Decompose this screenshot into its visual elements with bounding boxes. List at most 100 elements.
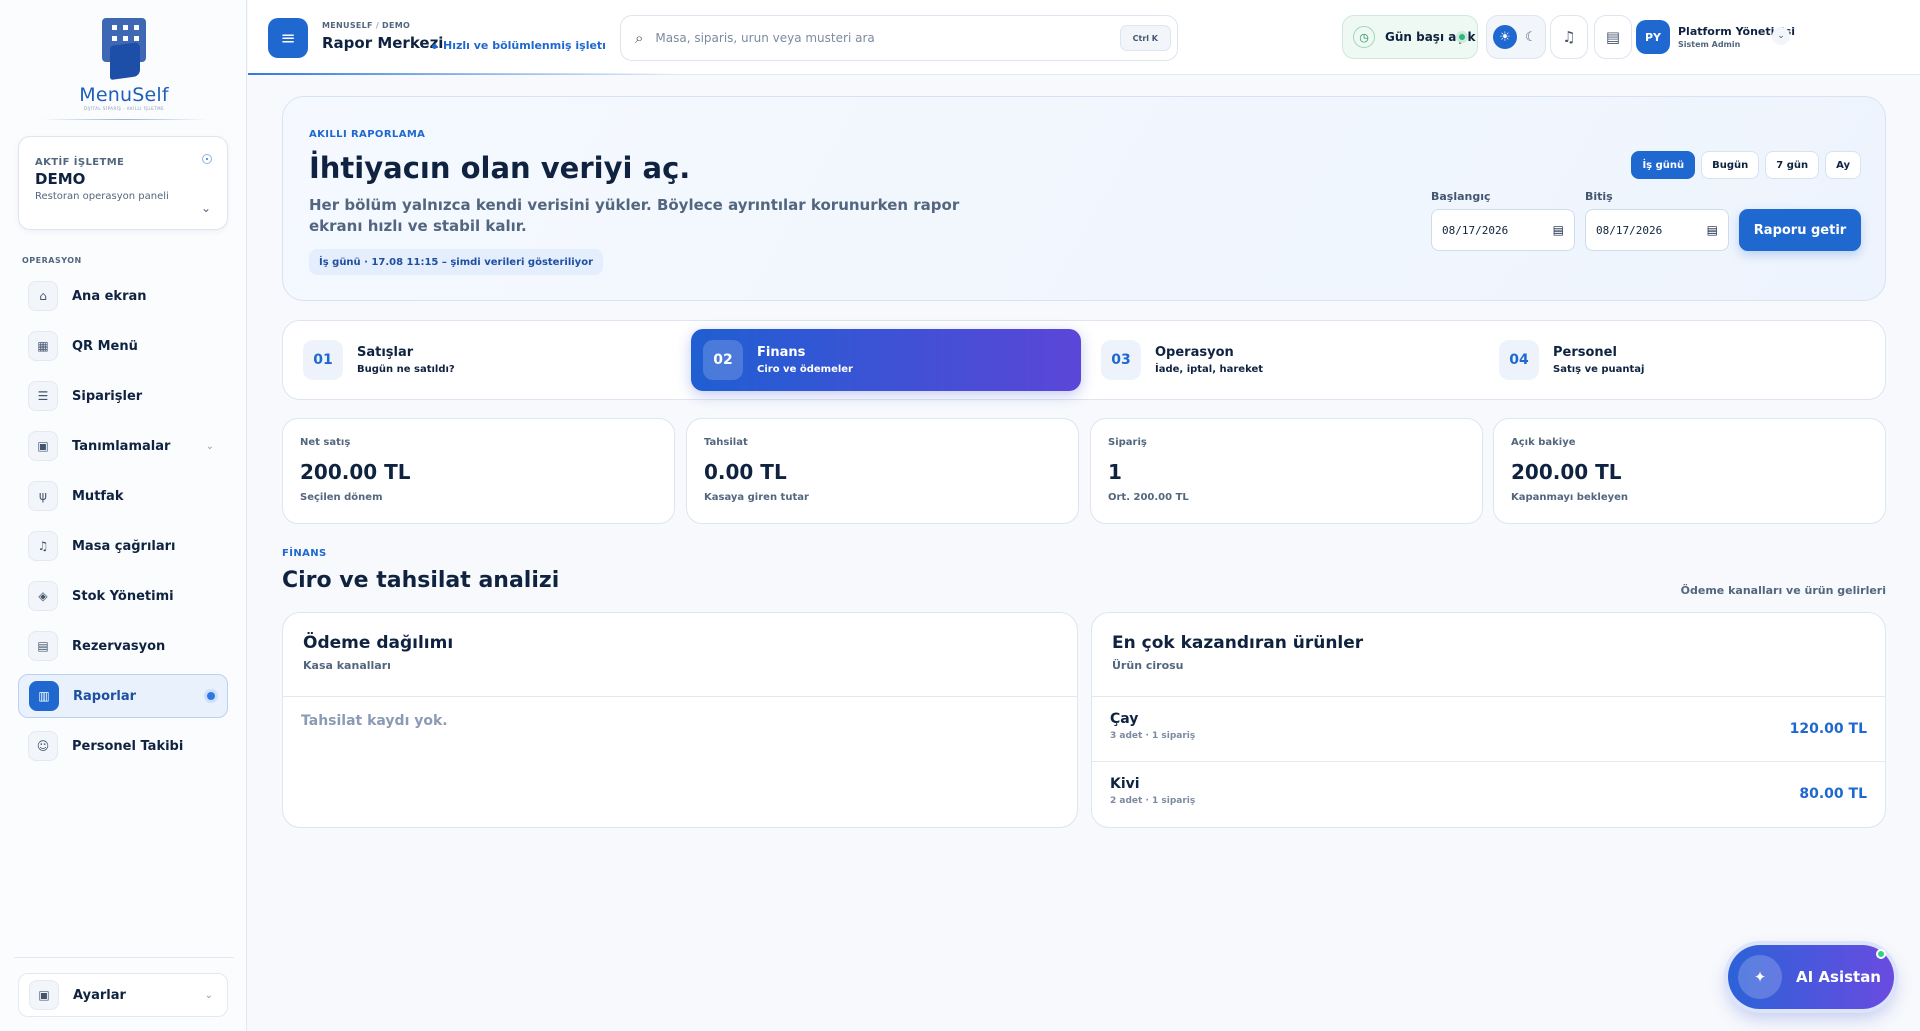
bell-icon: ♫ [28,531,58,561]
sidebar-item-label: Raporlar [73,688,137,704]
calendar-icon: ▤ [1605,28,1621,46]
preset-month[interactable]: Ay [1825,151,1861,179]
sidebar-item-qr-menu[interactable]: ▦ QR Menü [18,324,228,368]
settings-label: Ayarlar [73,987,126,1003]
kpi-value: 200.00 TL [1511,460,1622,484]
sidebar-item-reports[interactable]: ▥ Raporlar [18,674,228,718]
kpi-note: Kapanmayı bekleyen [1511,492,1629,503]
start-date-label: Başlangıç [1431,190,1491,203]
kpi-value: 200.00 TL [300,460,411,484]
preset-business-day[interactable]: İş günü [1631,151,1696,179]
empty-state: Tahsilat kaydı yok. [301,713,448,729]
shortcut-badge: Ctrl K [1119,25,1171,51]
status-dot-icon [202,154,212,164]
kpi-value: 0.00 TL [704,460,787,484]
theme-toggle[interactable]: ☀ ☾ [1486,15,1546,59]
sidebar-item-orders[interactable]: ☰ Siparişler [18,374,228,418]
calendar-button[interactable]: ▤ [1594,15,1632,59]
kpi-label: Açık bakiye [1511,437,1576,448]
sidebar-item-definitions[interactable]: ▣ Tanımlamalar ⌄ [18,424,228,468]
start-date-value: 08/17/2026 [1442,223,1509,237]
breadcrumb: MENUSELF / DEMO [322,21,411,30]
search-input[interactable] [655,31,1096,45]
sidebar: MenuSelf DİJİTAL SİPARİŞ · AKILLI İŞLETM… [0,0,247,1031]
tab-title: Operasyon [1155,345,1234,360]
sidebar-item-label: Personel Takibi [72,738,184,754]
tab-title: Personel [1553,345,1617,360]
tab-subtitle: Bugün ne satıldı? [357,364,455,375]
settings-button[interactable]: ▣ Ayarlar ⌄ [18,973,228,1017]
sidebar-item-label: Stok Yönetimi [72,588,174,604]
list-item[interactable]: Çay 3 adet · 1 sipariş 120.00 TL [1092,697,1885,762]
ai-assistant-button[interactable]: ✦ AI Asistan [1728,945,1894,1009]
kpi-collection: Tahsilat 0.00 TL Kasaya giren tutar [686,418,1079,524]
logo-divider [42,119,207,120]
panel-subtitle: Kasa kanalları [303,659,391,672]
business-label: AKTİF İŞLETME [35,157,125,168]
get-report-button[interactable]: Raporu getir [1739,209,1861,251]
kpi-note: Ort. 200.00 TL [1108,492,1189,503]
start-date-input[interactable]: 08/17/2026 ▤ [1431,209,1575,251]
section-kicker: FİNANS [282,548,327,559]
tab-staff[interactable]: 04 Personel Satış ve puantaj [1487,329,1877,391]
business-switcher[interactable]: AKTİF İŞLETME DEMO Restoran operasyon pa… [18,136,228,230]
sun-icon[interactable]: ☀ [1493,25,1517,49]
notifications-button[interactable]: ♫ [1550,15,1588,59]
user-menu[interactable]: PY Platform Yöneticisi Sistem Admin ⌄ [1636,15,1796,59]
kpi-open-balance: Açık bakiye 200.00 TL Kapanmayı bekleyen [1493,418,1886,524]
tab-number: 03 [1101,340,1141,380]
sidebar-item-label: Tanımlamalar [72,438,171,454]
calendar-icon[interactable]: ▤ [1553,223,1564,237]
period-presets: İş günü Bugün 7 gün Ay [1631,151,1861,179]
sidebar-item-home[interactable]: ⌂ Ana ekran [18,274,228,318]
sidebar-item-kitchen[interactable]: ψ Mutfak [18,474,228,518]
tab-subtitle: Ciro ve ödemeler [757,364,853,375]
kpi-value: 1 [1108,460,1122,484]
panel-title: En çok kazandıran ürünler [1112,633,1364,653]
calendar-icon[interactable]: ▤ [1707,223,1718,237]
kpi-orders: Sipariş 1 Ort. 200.00 TL [1090,418,1483,524]
business-name: DEMO [35,170,86,188]
preset-7-days[interactable]: 7 gün [1765,151,1820,179]
section-title: Ciro ve tahsilat analizi [282,568,560,593]
list-item[interactable]: Kivi 2 adet · 1 sipariş 80.00 TL [1092,762,1885,827]
global-search: ⌕ Ctrl K [620,15,1178,61]
tab-sales[interactable]: 01 Satışlar Bugün ne satıldı? [291,329,681,391]
tab-operations[interactable]: 03 Operasyon İade, iptal, hareket [1089,329,1479,391]
menu-toggle-button[interactable]: ≡ [268,18,308,58]
panel-subtitle: Ürün cirosu [1112,659,1184,672]
chart-icon: ▥ [29,681,59,711]
hamburger-icon: ≡ [280,27,296,49]
product-name: Çay [1110,711,1139,727]
online-dot-icon [1876,949,1886,959]
sidebar-item-stock[interactable]: ◈ Stok Yönetimi [18,574,228,618]
tab-subtitle: Satış ve puantaj [1553,364,1645,375]
calendar-icon: ▤ [28,631,58,661]
sidebar-item-table-calls[interactable]: ♫ Masa çağrıları [18,524,228,568]
preset-today[interactable]: Bugün [1701,151,1760,179]
ai-assistant-label: AI Asistan [1796,968,1881,986]
business-day-status[interactable]: ◷ Gün başı açık [1342,15,1478,59]
receipt-icon: ☰ [28,381,58,411]
chevron-down-icon: ⌄ [205,440,214,452]
page-title: Rapor Merkezi [322,34,444,52]
end-date-input[interactable]: 08/17/2026 ▤ [1585,209,1729,251]
kpi-net-sales: Net satış 200.00 TL Seçilen dönem [282,418,675,524]
qr-book-logo-icon [96,14,152,81]
brand-tagline: DİJİTAL SİPARİŞ · AKILLI İŞLETME [83,106,165,111]
settings-icon: ▣ [29,980,59,1010]
product-meta: 3 adet · 1 sipariş [1110,731,1196,741]
breadcrumb-root[interactable]: MENUSELF [322,21,373,30]
grid-icon: ▣ [28,431,58,461]
tab-finance[interactable]: 02 Finans Ciro ve ödemeler [691,329,1081,391]
hero-description: Her bölüm yalnızca kendi verisini yükler… [309,196,960,235]
nav-section-label: OPERASYON [22,256,82,265]
hero-kicker: AKILLI RAPORLAMA [309,129,426,140]
moon-icon[interactable]: ☾ [1525,30,1537,45]
brand-logo[interactable]: MenuSelf DİJİTAL SİPARİŞ · AKILLI İŞLETM… [64,14,184,124]
bell-icon: ♫ [1562,28,1576,46]
sidebar-item-staff[interactable]: ☺ Personel Takibi [18,724,228,768]
sidebar-item-reservation[interactable]: ▤ Rezervasyon [18,624,228,668]
section-caption: Ödeme kanalları ve ürün gelirleri [1680,584,1886,597]
tab-subtitle: İade, iptal, hareket [1155,364,1264,375]
